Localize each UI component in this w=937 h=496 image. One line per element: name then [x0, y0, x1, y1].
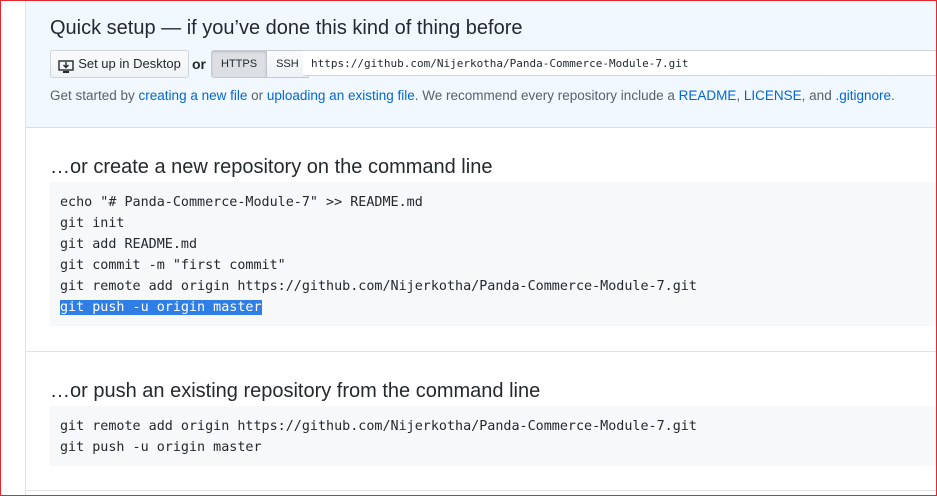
desktop-download-icon	[58, 57, 74, 73]
new-repo-title: …or create a new repository on the comma…	[50, 156, 493, 178]
setup-hint: Get started by creating a new file or up…	[50, 88, 895, 103]
code-line: git add README.md	[60, 237, 198, 252]
new-repo-code-block[interactable]: echo "# Panda-Commerce-Module-7" >> READ…	[50, 182, 937, 326]
section-divider	[26, 490, 937, 491]
section-divider	[26, 351, 937, 352]
quick-setup-title: Quick setup — if you’ve done this kind o…	[50, 17, 523, 39]
repo-setup-container: Quick setup — if you’ve done this kind o…	[25, 0, 937, 496]
protocol-ssh-button[interactable]: SSH	[267, 51, 308, 77]
code-line: git remote add origin https://github.com…	[60, 419, 697, 434]
hint-text: . We recommend every repository include …	[414, 88, 679, 103]
protocol-https-button[interactable]: HTTPS	[212, 51, 268, 77]
code-line: git remote add origin https://github.com…	[60, 279, 697, 294]
existing-repo-code-block[interactable]: git remote add origin https://github.com…	[50, 406, 937, 466]
create-new-file-link[interactable]: creating a new file	[139, 88, 248, 103]
upload-file-link[interactable]: uploading an existing file	[267, 88, 415, 103]
hint-text: .	[891, 88, 895, 103]
or-label: or	[192, 56, 206, 72]
hint-text: or	[247, 88, 267, 103]
setup-desktop-button[interactable]: Set up in Desktop	[50, 50, 189, 78]
quick-setup-panel: Quick setup — if you’ve done this kind o…	[26, 0, 937, 128]
selected-code-line: git push -u origin master	[60, 300, 262, 315]
code-line: echo "# Panda-Commerce-Module-7" >> READ…	[60, 195, 423, 210]
code-line: git commit -m "first commit"	[60, 258, 286, 273]
code-line: git init	[60, 216, 125, 231]
setup-desktop-label: Set up in Desktop	[78, 56, 181, 71]
protocol-switch: HTTPS SSH	[211, 50, 309, 78]
hint-text: , and	[801, 88, 836, 103]
gitignore-link[interactable]: .gitignore	[835, 88, 891, 103]
hint-text: Get started by	[50, 88, 139, 103]
existing-repo-title: …or push an existing repository from the…	[50, 380, 541, 402]
clone-url-input[interactable]: https://github.com/Nijerkotha/Panda-Comm…	[303, 50, 937, 76]
hint-text: ,	[736, 88, 744, 103]
license-link[interactable]: LICENSE	[744, 88, 802, 103]
code-line: git push -u origin master	[60, 440, 262, 455]
readme-link[interactable]: README	[679, 88, 737, 103]
